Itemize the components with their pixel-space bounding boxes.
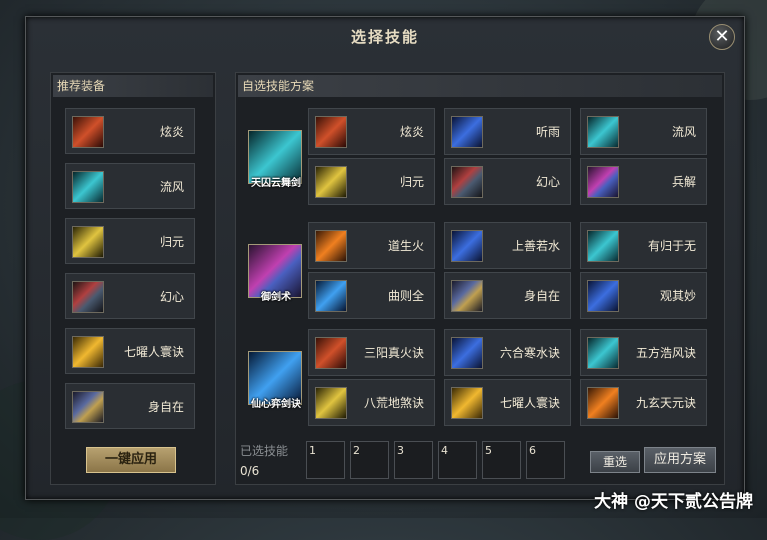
recommended-header: 推荐装备: [53, 75, 213, 97]
apply-scheme-button[interactable]: 应用方案: [644, 447, 716, 473]
recommended-item-label: 炫炎: [159, 124, 184, 139]
skill-label: 兵解: [671, 175, 696, 189]
scheme-skill[interactable]: 观其妙: [580, 272, 707, 319]
skill-label: 道生火: [387, 239, 424, 253]
selected-skill-slot[interactable]: 3: [394, 441, 433, 479]
reset-button[interactable]: 重选: [590, 451, 640, 473]
skill-label: 上善若水: [511, 239, 560, 253]
skill-icon: [587, 387, 619, 419]
scheme-skill[interactable]: 五方浩风诀: [580, 329, 707, 376]
sword-gate-icon: [72, 391, 104, 423]
scheme-name: 御剑术: [261, 292, 291, 303]
skill-icon: [451, 166, 483, 198]
scheme-skill[interactable]: 炫炎: [308, 108, 435, 155]
skill-label: 身自在: [523, 289, 560, 303]
recommended-item-label: 流风: [159, 179, 184, 194]
skill-label: 归元: [399, 175, 424, 189]
skill-icon: [315, 280, 347, 312]
scheme-skill[interactable]: 身自在: [444, 272, 571, 319]
scheme-name: 天囚云舞剑: [251, 178, 301, 189]
close-button[interactable]: ✕: [709, 24, 735, 50]
skill-icon: [587, 230, 619, 262]
custom-scheme-header: 自选技能方案: [238, 75, 722, 97]
golden-sword-icon: [72, 226, 104, 258]
skill-label: 八荒地煞诀: [363, 396, 424, 410]
skill-icon: [451, 280, 483, 312]
skill-label: 九玄天元诀: [635, 396, 696, 410]
skill-icon: [315, 387, 347, 419]
scheme-skill[interactable]: 兵解: [580, 158, 707, 205]
skill-label: 观其妙: [659, 289, 696, 303]
golden-armor-icon: [72, 336, 104, 368]
skill-icon: [315, 116, 347, 148]
scheme-skill[interactable]: 听雨: [444, 108, 571, 155]
scheme-skill[interactable]: 道生火: [308, 222, 435, 269]
recommended-item-label: 幻心: [159, 289, 184, 304]
skill-icon: [451, 337, 483, 369]
skill-icon: [587, 166, 619, 198]
skill-icon: [587, 337, 619, 369]
recommended-item[interactable]: 幻心: [65, 273, 195, 319]
scheme-skill[interactable]: 有归于无: [580, 222, 707, 269]
close-icon: ✕: [714, 26, 730, 47]
dialog-title: 选择技能: [350, 28, 419, 46]
watermark: 大神 @天下贰公告牌: [594, 492, 753, 512]
selected-skill-slot[interactable]: 2: [350, 441, 389, 479]
recommended-item-label: 身自在: [147, 399, 184, 414]
skill-label: 有归于无: [647, 239, 696, 253]
recommended-item-label: 归元: [159, 234, 184, 249]
scheme-skill[interactable]: 上善若水: [444, 222, 571, 269]
scheme-skill[interactable]: 七曜人寰诀: [444, 379, 571, 426]
skill-label: 曲则全: [387, 289, 424, 303]
scheme-skill[interactable]: 三阳真火诀: [308, 329, 435, 376]
skill-label: 五方浩风诀: [635, 346, 696, 360]
wind-sword-icon: [72, 171, 104, 203]
scheme-skill[interactable]: 九玄天元诀: [580, 379, 707, 426]
recommended-item[interactable]: 炫炎: [65, 108, 195, 154]
selected-skill-slot[interactable]: 4: [438, 441, 477, 479]
skill-icon: [315, 230, 347, 262]
skill-label: 听雨: [535, 125, 560, 139]
skill-icon: [315, 166, 347, 198]
skill-icon: [315, 337, 347, 369]
one-click-apply-button[interactable]: 一键应用: [86, 447, 176, 473]
recommended-item[interactable]: 归元: [65, 218, 195, 264]
skill-icon: [451, 230, 483, 262]
skill-select-dialog: 选择技能 ✕ 推荐装备 炫炎 流风 归元 幻心 七曜人寰诀 身自在 一键应用 自选技能方案…: [25, 16, 745, 500]
selected-skill-slot[interactable]: 5: [482, 441, 521, 479]
scheme-skill[interactable]: 流风: [580, 108, 707, 155]
scheme-skill[interactable]: 归元: [308, 158, 435, 205]
recommended-panel: 推荐装备 炫炎流风归元幻心七曜人寰诀身自在 一键应用: [50, 72, 216, 485]
selected-skills-label: 已选技能: [240, 444, 289, 458]
skill-label: 流风: [671, 125, 696, 139]
skill-label: 六合寒水诀: [499, 346, 560, 360]
skill-icon: [587, 280, 619, 312]
selected-skills-count: 0/6: [240, 464, 260, 478]
recommended-item[interactable]: 身自在: [65, 383, 195, 429]
scheme-skill[interactable]: 曲则全: [308, 272, 435, 319]
skill-label: 炫炎: [399, 125, 424, 139]
selected-skill-slot[interactable]: 1: [306, 441, 345, 479]
skill-icon: [587, 116, 619, 148]
flame-blade-icon: [72, 116, 104, 148]
skill-label: 七曜人寰诀: [499, 396, 560, 410]
scheme-skill[interactable]: 八荒地煞诀: [308, 379, 435, 426]
skill-icon: [451, 387, 483, 419]
skill-label: 幻心: [535, 175, 560, 189]
scheme-skill[interactable]: 六合寒水诀: [444, 329, 571, 376]
scheme-skill[interactable]: 幻心: [444, 158, 571, 205]
dark-sword-icon: [72, 281, 104, 313]
skill-label: 三阳真火诀: [363, 346, 424, 360]
skill-icon: [451, 116, 483, 148]
recommended-item[interactable]: 七曜人寰诀: [65, 328, 195, 374]
custom-scheme-panel: 自选技能方案 天囚云舞剑 炫炎 听雨 流风归元 幻心 兵解御剑术 道生火 上善若水 有归于无曲则…: [235, 72, 725, 485]
recommended-item-label: 七曜人寰诀: [123, 344, 184, 359]
selected-skill-slot[interactable]: 6: [526, 441, 565, 479]
recommended-item[interactable]: 流风: [65, 163, 195, 209]
scheme-name: 仙心弈剑诀: [251, 399, 301, 410]
